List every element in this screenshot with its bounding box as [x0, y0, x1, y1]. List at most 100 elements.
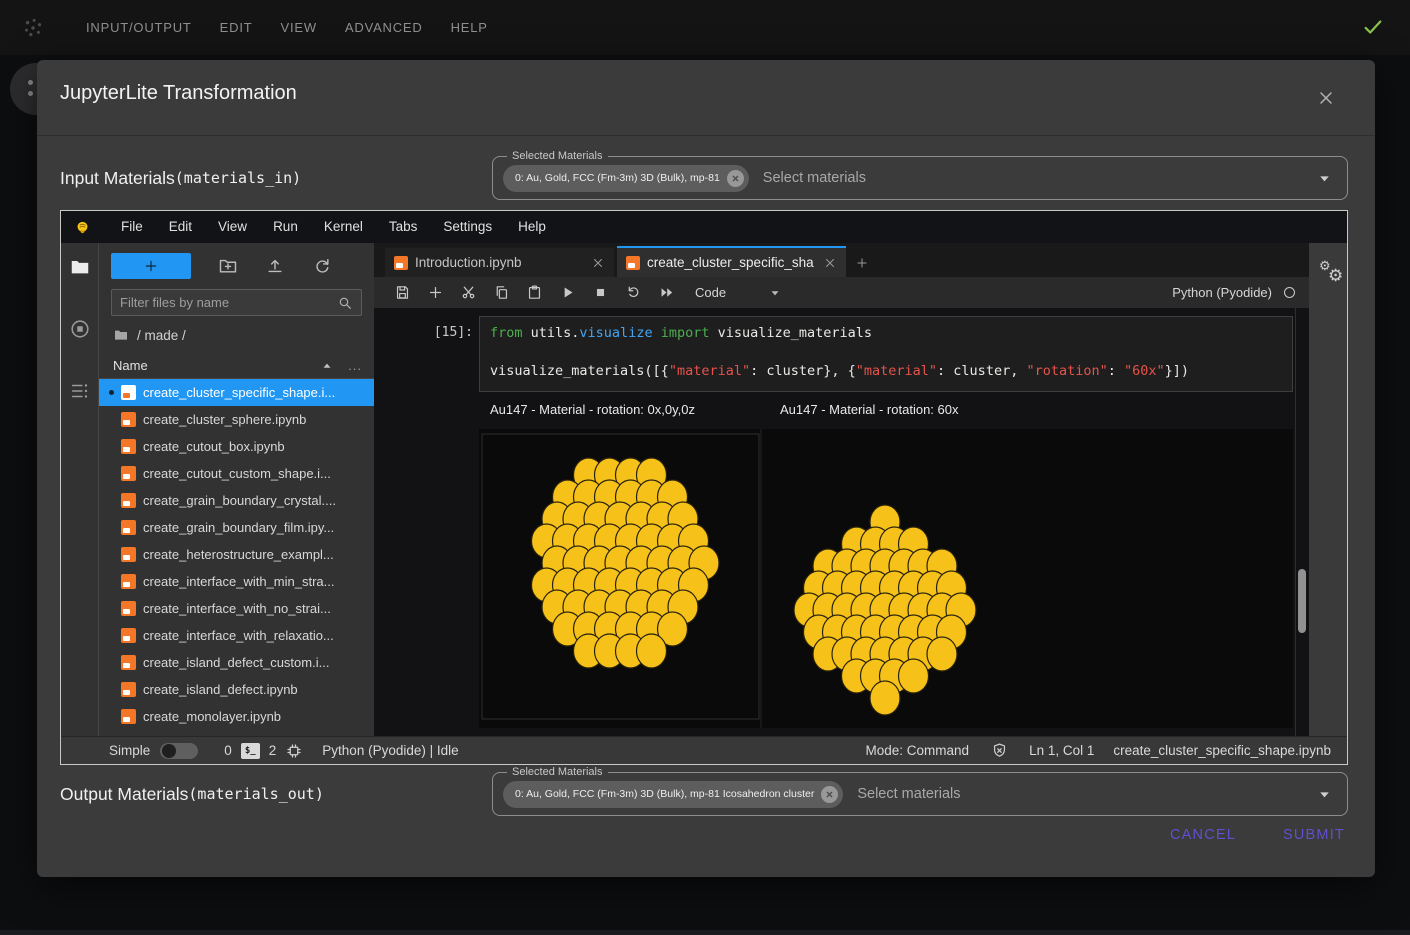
close-icon[interactable] — [1316, 88, 1336, 108]
file-list-header[interactable]: Name ... — [99, 353, 374, 379]
add-tab-button[interactable] — [849, 248, 875, 277]
cut-cells-icon[interactable] — [452, 281, 485, 305]
file-item[interactable]: create_interface_with_min_stra... — [99, 568, 374, 595]
file-item[interactable]: create_island_defect.ipynb — [99, 676, 374, 703]
app-menu-item-edit[interactable]: EDIT — [206, 0, 267, 55]
kernel-status[interactable]: Python (Pyodide) | Idle — [322, 743, 458, 758]
file-item[interactable]: create_island_defect_custom.i... — [99, 649, 374, 676]
run-all-icon[interactable] — [650, 281, 683, 305]
chevron-down-icon[interactable] — [768, 286, 782, 300]
file-browser-icon[interactable] — [69, 256, 91, 278]
upload-icon[interactable] — [265, 256, 285, 276]
divider — [1295, 308, 1296, 736]
input-materials-select[interactable]: Selected Materials 0: Au, Gold, FCC (Fm-… — [492, 156, 1348, 200]
chip-remove-icon[interactable] — [821, 786, 838, 803]
jupyter-status-bar: Simple 0 $_ 2 Python (Pyodide) | Idle Mo… — [61, 736, 1347, 764]
simple-mode-label: Simple — [109, 743, 150, 758]
scrollbar-thumb[interactable] — [1298, 569, 1306, 633]
close-tab-icon[interactable] — [823, 256, 837, 270]
breadcrumb[interactable]: / made / — [113, 327, 360, 343]
submit-button[interactable]: SUBMIT — [1283, 827, 1345, 843]
new-folder-icon[interactable] — [218, 256, 238, 276]
file-item[interactable]: create_cutout_box.ipynb — [99, 433, 374, 460]
widget-settings-gears-icon[interactable]: ⚙⚙ — [1319, 259, 1349, 289]
file-item[interactable]: create_cluster_sphere.ipynb — [99, 406, 374, 433]
notebook-toolbar-icons — [386, 281, 683, 305]
notebook-file-icon — [121, 466, 136, 481]
chip-remove-icon[interactable] — [727, 170, 744, 187]
jupyter-menu-item-run[interactable]: Run — [260, 211, 311, 243]
copy-cells-icon[interactable] — [485, 281, 518, 305]
material-chip[interactable]: 0: Au, Gold, FCC (Fm-3m) 3D (Bulk), mp-8… — [503, 781, 843, 808]
app-menu-bar: INPUT/OUTPUTEDITVIEWADVANCEDHELP — [0, 0, 1410, 55]
file-item[interactable]: create_interface_with_relaxatio... — [99, 622, 374, 649]
save-icon[interactable] — [386, 281, 419, 305]
trust-shield-icon[interactable] — [991, 742, 1008, 759]
jupyter-menu-item-view[interactable]: View — [205, 211, 260, 243]
folder-icon — [113, 327, 129, 343]
close-tab-icon[interactable] — [591, 256, 605, 270]
kernel-name[interactable]: Python (Pyodide) — [1172, 285, 1272, 300]
running-sessions-icon[interactable] — [69, 318, 91, 340]
selected-materials-legend: Selected Materials — [507, 149, 608, 163]
app-menu-item-view[interactable]: VIEW — [266, 0, 330, 55]
tab-create-cluster-specific-shape[interactable]: create_cluster_specific_shape.ipynb — [617, 246, 846, 277]
filter-files-box[interactable] — [111, 289, 362, 316]
new-launcher-button[interactable] — [111, 253, 191, 279]
app-menu-item-help[interactable]: HELP — [437, 0, 502, 55]
material-chip[interactable]: 0: Au, Gold, FCC (Fm-3m) 3D (Bulk), mp-8… — [503, 165, 749, 192]
select-materials-placeholder[interactable]: Select materials — [857, 786, 960, 802]
file-item[interactable]: create_grain_boundary_crystal.... — [99, 487, 374, 514]
restart-kernel-icon[interactable] — [617, 281, 650, 305]
output-materials-select[interactable]: Selected Materials 0: Au, Gold, FCC (Fm-… — [492, 772, 1348, 816]
cancel-button[interactable]: CANCEL — [1170, 827, 1236, 843]
chevron-down-icon[interactable] — [1316, 170, 1333, 187]
select-materials-placeholder[interactable]: Select materials — [763, 170, 866, 186]
file-item[interactable]: create_interface_with_no_strai... — [99, 595, 374, 622]
refresh-icon[interactable] — [312, 256, 332, 276]
more-columns[interactable]: ... — [348, 358, 362, 373]
jupyter-menu-item-tabs[interactable]: Tabs — [376, 211, 431, 243]
jupyter-menu-item-file[interactable]: File — [108, 211, 156, 243]
paste-cells-icon[interactable] — [518, 281, 551, 305]
notebook-content: [15]: from utils.visualize import visual… — [374, 308, 1309, 736]
add-cell-icon[interactable] — [419, 281, 452, 305]
jupyter-menu-item-settings[interactable]: Settings — [430, 211, 505, 243]
run-cell-icon[interactable] — [551, 281, 584, 305]
sort-ascending-icon[interactable] — [320, 359, 334, 373]
simple-mode-toggle[interactable] — [160, 743, 198, 759]
app-menu-item-advanced[interactable]: ADVANCED — [331, 0, 437, 55]
notebook-toolbar: Code Python (Pyodide) — [374, 277, 1309, 308]
file-item[interactable]: create_grain_boundary_film.ipy... — [99, 514, 374, 541]
code-cell[interactable]: from utils.visualize import visualize_ma… — [479, 316, 1293, 392]
jupyter-menu-item-kernel[interactable]: Kernel — [311, 211, 376, 243]
chevron-down-icon[interactable] — [1316, 786, 1333, 803]
table-of-contents-icon[interactable] — [69, 380, 91, 402]
kernels-count[interactable]: 2 — [269, 743, 277, 758]
file-item[interactable]: create_cutout_custom_shape.i... — [99, 460, 374, 487]
kernel-status-icon[interactable] — [1282, 285, 1297, 300]
jupyterlite-transformation-dialog: JupyterLite Transformation Input Materia… — [37, 60, 1375, 877]
notebook-file-icon — [121, 655, 136, 670]
notebook-file-icon — [121, 547, 136, 562]
filter-files-input[interactable] — [120, 295, 337, 310]
search-icon — [337, 295, 353, 311]
terminals-count[interactable]: 0 — [224, 743, 232, 758]
jupyter-menu-bar: FileEditViewRunKernelTabsSettingsHelp — [61, 211, 1347, 243]
jupyter-menu-item-help[interactable]: Help — [505, 211, 559, 243]
tab-introduction[interactable]: Introduction.ipynb — [385, 248, 614, 277]
app-menu-item-input-output[interactable]: INPUT/OUTPUT — [72, 0, 206, 55]
jupyter-menu-item-edit[interactable]: Edit — [156, 211, 205, 243]
notebook-file-icon — [121, 709, 136, 724]
cursor-position: Ln 1, Col 1 — [1029, 743, 1094, 758]
notebook-file-icon — [121, 412, 136, 427]
confirm-check-icon[interactable] — [1362, 16, 1384, 38]
cell-type-select[interactable]: Code — [695, 285, 726, 300]
file-item[interactable]: create_cluster_specific_shape.i... — [99, 379, 374, 406]
plus-icon — [143, 258, 159, 274]
cluster-visualization — [479, 429, 1293, 728]
file-item[interactable]: create_heterostructure_exampl... — [99, 541, 374, 568]
stop-kernel-icon[interactable] — [584, 281, 617, 305]
notebook-file-icon — [394, 256, 408, 270]
file-item[interactable]: create_monolayer.ipynb — [99, 703, 374, 730]
